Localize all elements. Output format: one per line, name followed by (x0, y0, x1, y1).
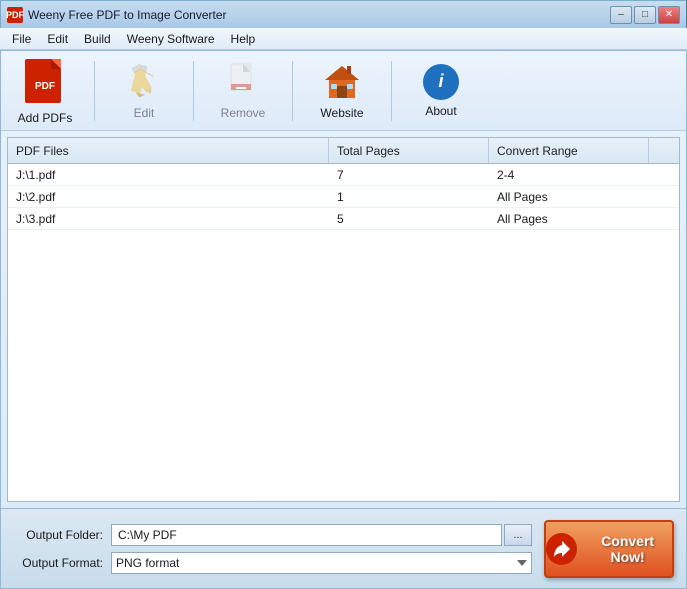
output-format-select[interactable]: PNG format JPG format BMP format GIF for… (111, 552, 532, 574)
row-0-pages: 7 (329, 164, 489, 185)
about-button[interactable]: i About (407, 57, 475, 125)
remove-button[interactable]: Remove (209, 57, 277, 125)
window-controls: – □ ✕ (610, 6, 680, 24)
toolbar-sep-1 (94, 61, 95, 121)
convert-now-button[interactable]: Convert Now! (544, 520, 674, 578)
file-list-container: PDF Files Total Pages Convert Range J:\1… (7, 137, 680, 502)
bottom-fields: Output Folder: ... Output Format: PNG fo… (13, 524, 532, 574)
row-0-file: J:\1.pdf (8, 164, 329, 185)
row-0-extra (649, 164, 679, 185)
table-row[interactable]: J:\1.pdf 7 2-4 (8, 164, 679, 186)
add-pdfs-button[interactable]: PDF Add PDFs (11, 57, 79, 125)
about-icon: i (423, 64, 459, 100)
convert-btn-text: Convert Now! (583, 533, 672, 565)
edit-label: Edit (134, 106, 155, 120)
output-folder-label: Output Folder: (13, 528, 103, 542)
menu-file[interactable]: File (4, 30, 39, 48)
edit-button[interactable]: Edit (110, 57, 178, 125)
toolbar-sep-2 (193, 61, 194, 121)
row-1-range: All Pages (489, 186, 649, 207)
row-2-range: All Pages (489, 208, 649, 229)
header-convert-range: Convert Range (489, 138, 649, 163)
output-format-row: Output Format: PNG format JPG format BMP… (13, 552, 532, 574)
svg-text:PDF: PDF (35, 81, 55, 92)
website-label: Website (320, 106, 363, 120)
menu-edit[interactable]: Edit (39, 30, 76, 48)
output-folder-row: Output Folder: ... (13, 524, 532, 546)
browse-button[interactable]: ... (504, 524, 532, 546)
row-2-extra (649, 208, 679, 229)
table-row[interactable]: J:\3.pdf 5 All Pages (8, 208, 679, 230)
toolbar-sep-4 (391, 61, 392, 121)
row-1-file: J:\2.pdf (8, 186, 329, 207)
row-1-extra (649, 186, 679, 207)
toolbar-sep-3 (292, 61, 293, 121)
menu-help[interactable]: Help (223, 30, 264, 48)
add-pdfs-icon: PDF (23, 57, 67, 107)
app-icon: PDF (7, 7, 23, 23)
row-2-pages: 5 (329, 208, 489, 229)
website-button[interactable]: Website (308, 57, 376, 125)
menu-build[interactable]: Build (76, 30, 119, 48)
about-label: About (425, 104, 456, 118)
remove-icon (225, 62, 261, 102)
edit-icon (126, 62, 162, 102)
file-list-header: PDF Files Total Pages Convert Range (8, 138, 679, 164)
toolbar: PDF Add PDFs Edit (1, 51, 686, 131)
output-format-label: Output Format: (13, 556, 103, 570)
website-icon (321, 62, 363, 102)
row-0-range: 2-4 (489, 164, 649, 185)
main-container: PDF Add PDFs Edit (0, 50, 687, 589)
header-extra (649, 138, 679, 163)
output-folder-input-wrap: ... (111, 524, 532, 546)
row-2-file: J:\3.pdf (8, 208, 329, 229)
menu-weeny-software[interactable]: Weeny Software (119, 30, 223, 48)
bottom-panel: Output Folder: ... Output Format: PNG fo… (1, 508, 686, 588)
menu-bar: File Edit Build Weeny Software Help (0, 28, 687, 50)
maximize-button[interactable]: □ (634, 6, 656, 24)
header-total-pages: Total Pages (329, 138, 489, 163)
output-folder-input[interactable] (111, 524, 502, 546)
window-title: Weeny Free PDF to Image Converter (28, 8, 610, 22)
header-pdf-files: PDF Files (8, 138, 329, 163)
add-pdfs-label: Add PDFs (18, 111, 73, 125)
convert-btn-icon (546, 533, 577, 565)
title-bar: PDF Weeny Free PDF to Image Converter – … (0, 0, 687, 28)
remove-label: Remove (221, 106, 266, 120)
table-row[interactable]: J:\2.pdf 1 All Pages (8, 186, 679, 208)
minimize-button[interactable]: – (610, 6, 632, 24)
close-button[interactable]: ✕ (658, 6, 680, 24)
row-1-pages: 1 (329, 186, 489, 207)
